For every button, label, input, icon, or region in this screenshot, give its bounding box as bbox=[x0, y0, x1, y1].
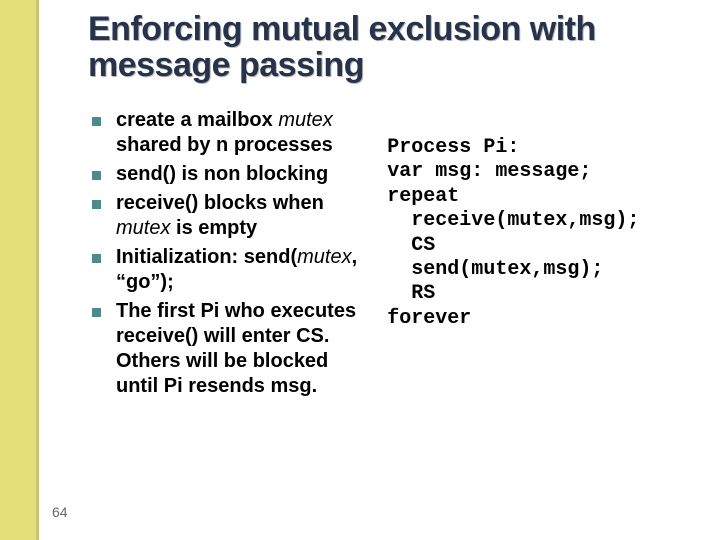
code-line: CS bbox=[387, 234, 435, 257]
slide-title: Enforcing mutual exclusion with message … bbox=[88, 12, 680, 83]
bullet-column: create a mailbox mutex shared by n proce… bbox=[88, 108, 369, 403]
bullet-item: The first Pi who executes receive() will… bbox=[88, 299, 369, 399]
columns: create a mailbox mutex shared by n proce… bbox=[88, 108, 688, 403]
bullet-text: The first Pi who executes receive() will… bbox=[116, 300, 356, 397]
slide: Enforcing mutual exclusion with message … bbox=[0, 0, 720, 540]
bullet-text: shared by n processes bbox=[116, 134, 333, 156]
bullet-text-italic: mutex bbox=[278, 109, 332, 131]
bullet-item: create a mailbox mutex shared by n proce… bbox=[88, 108, 369, 158]
decorative-sidebar bbox=[0, 0, 36, 540]
code-line: Process Pi: bbox=[387, 136, 519, 159]
code-line: send(mutex,msg); bbox=[387, 258, 603, 281]
bullet-item: Initialization: send(mutex, “go”); bbox=[88, 245, 369, 295]
code-line: RS bbox=[387, 282, 435, 305]
code-line: receive(mutex,msg); bbox=[387, 209, 639, 232]
bullet-text: receive() blocks when bbox=[116, 192, 324, 214]
page-number: 64 bbox=[52, 504, 68, 520]
bullet-item: send() is non blocking bbox=[88, 162, 369, 187]
bullet-list: create a mailbox mutex shared by n proce… bbox=[88, 108, 369, 399]
code-column: Process Pi: var msg: message; repeat rec… bbox=[387, 108, 688, 331]
bullet-text: send() is non blocking bbox=[116, 163, 328, 185]
bullet-text: create a mailbox bbox=[116, 109, 278, 131]
code-line: var msg: message; bbox=[387, 160, 591, 183]
slide-body: create a mailbox mutex shared by n proce… bbox=[88, 108, 688, 403]
bullet-text-italic: mutex bbox=[116, 217, 170, 239]
bullet-item: receive() blocks when mutex is empty bbox=[88, 191, 369, 241]
bullet-text: is empty bbox=[170, 217, 257, 239]
bullet-text: Initialization: send( bbox=[116, 246, 297, 268]
code-line: repeat bbox=[387, 185, 459, 208]
code-line: forever bbox=[387, 307, 471, 330]
bullet-text-italic: mutex bbox=[297, 246, 351, 268]
